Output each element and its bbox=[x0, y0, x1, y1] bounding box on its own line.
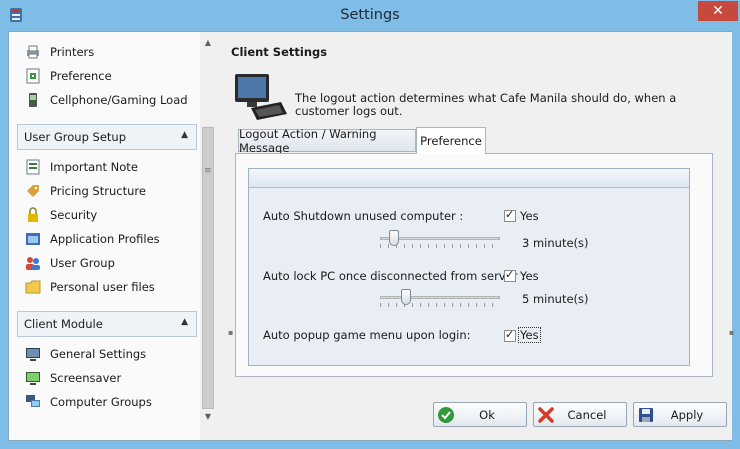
group-header-user-group-setup[interactable]: User Group Setup ▲ bbox=[17, 124, 197, 150]
auto-lock-slider-thumb[interactable] bbox=[401, 289, 412, 305]
slider-ticks bbox=[380, 244, 500, 248]
auto-shutdown-slider-thumb[interactable] bbox=[389, 230, 400, 246]
users-icon bbox=[26, 257, 40, 270]
scroll-up-arrow-icon[interactable]: ▲ bbox=[201, 36, 215, 50]
preference-tab-page: Auto Shutdown unused computer : Yes 3 mi… bbox=[235, 153, 713, 377]
auto-lock-slider-track[interactable] bbox=[380, 296, 500, 299]
monitor-settings-icon bbox=[26, 348, 40, 361]
close-icon: ✕ bbox=[712, 3, 724, 19]
group-title: Client Module bbox=[24, 317, 103, 331]
sidebar-item-label: Personal user files bbox=[50, 280, 155, 294]
main-panel: Client Settings The logout action determ… bbox=[216, 32, 735, 440]
window-title: Settings bbox=[340, 7, 400, 23]
folder-icon bbox=[25, 280, 41, 294]
sidebar-item-label: Screensaver bbox=[50, 371, 122, 385]
sidebar-item-label: Cellphone/Gaming Load bbox=[50, 93, 188, 107]
sidebar-item-label: Printers bbox=[50, 45, 95, 59]
preference-icon bbox=[26, 68, 40, 84]
save-disk-icon bbox=[639, 408, 653, 422]
auto-lock-checkbox-label[interactable]: Yes bbox=[520, 269, 539, 283]
auto-lock-value: 5 minute(s) bbox=[522, 292, 589, 306]
settings-window: Settings ✕ Printers Preference Cellphone… bbox=[0, 0, 740, 449]
app-profiles-icon bbox=[26, 233, 40, 245]
sidebar-item-preference[interactable]: Preference bbox=[25, 66, 112, 86]
lock-icon bbox=[28, 207, 38, 222]
splitter-grip-icon: ▪ bbox=[729, 328, 735, 337]
slider-ticks bbox=[380, 303, 500, 307]
sidebar-item-label: Computer Groups bbox=[50, 395, 152, 409]
chevron-up-icon[interactable]: ▲ bbox=[181, 317, 188, 327]
auto-popup-label: Auto popup game menu upon login: bbox=[263, 328, 471, 342]
scroll-down-arrow-icon[interactable]: ▼ bbox=[201, 410, 215, 424]
auto-lock-label: Auto lock PC once disconnected from serv… bbox=[263, 269, 525, 283]
sidebar-item-label: Security bbox=[50, 208, 98, 222]
sidebar-item-screensaver[interactable]: Screensaver bbox=[25, 368, 121, 388]
sidebar-item-general-settings[interactable]: General Settings bbox=[25, 344, 146, 364]
cellphone-icon bbox=[29, 93, 37, 107]
sidebar-item-label: Preference bbox=[50, 69, 112, 83]
chevron-up-icon[interactable]: ▲ bbox=[181, 130, 188, 140]
page-title: Client Settings bbox=[231, 45, 328, 59]
tab-preference[interactable]: Preference bbox=[416, 127, 486, 154]
auto-shutdown-label: Auto Shutdown unused computer : bbox=[263, 209, 464, 223]
title-bar[interactable]: Settings ✕ bbox=[0, 0, 740, 31]
sidebar-item-pricing-structure[interactable]: Pricing Structure bbox=[25, 181, 146, 201]
tab-logout-action[interactable]: Logout Action / Warning Message bbox=[238, 126, 416, 155]
sidebar-item-application-profiles[interactable]: Application Profiles bbox=[25, 229, 160, 249]
sidebar-item-label: Pricing Structure bbox=[50, 184, 146, 198]
sidebar: Printers Preference Cellphone/Gaming Loa… bbox=[9, 32, 200, 440]
sidebar-item-label: Application Profiles bbox=[50, 232, 160, 246]
sidebar-item-label: User Group bbox=[50, 256, 115, 270]
sidebar-item-label: Important Note bbox=[50, 160, 138, 174]
sidebar-item-user-group[interactable]: User Group bbox=[25, 253, 115, 273]
sidebar-item-computer-groups[interactable]: Computer Groups bbox=[25, 392, 152, 412]
panel-header bbox=[249, 169, 689, 188]
sidebar-item-label: General Settings bbox=[50, 347, 147, 361]
tab-label: Logout Action / Warning Message bbox=[239, 126, 377, 155]
description-text: The logout action determines what Cafe M… bbox=[295, 91, 677, 118]
ok-button[interactable]: Ok bbox=[433, 402, 527, 427]
note-icon bbox=[26, 159, 40, 175]
auto-shutdown-checkbox-label[interactable]: Yes bbox=[520, 209, 539, 223]
screensaver-icon bbox=[26, 372, 40, 385]
printer-icon bbox=[27, 45, 39, 59]
auto-lock-checkbox[interactable] bbox=[504, 268, 516, 282]
apply-button[interactable]: Apply bbox=[633, 402, 727, 427]
splitter-grip-icon: ▪ bbox=[228, 328, 234, 337]
sidebar-item-important-note[interactable]: Important Note bbox=[25, 157, 138, 177]
cancel-button[interactable]: Cancel bbox=[533, 402, 627, 427]
preference-group-panel: Auto Shutdown unused computer : Yes 3 mi… bbox=[248, 168, 690, 366]
tab-label: Preference bbox=[420, 134, 482, 148]
pricing-icon bbox=[27, 185, 39, 197]
group-title: User Group Setup bbox=[24, 130, 127, 144]
group-header-client-module[interactable]: Client Module ▲ bbox=[17, 311, 197, 337]
sidebar-scrollbar[interactable]: ▲ ≡ ▼ bbox=[201, 32, 215, 440]
client-area: Printers Preference Cellphone/Gaming Loa… bbox=[8, 31, 735, 441]
auto-shutdown-value: 3 minute(s) bbox=[522, 236, 589, 250]
auto-popup-checkbox[interactable] bbox=[504, 328, 516, 342]
close-button[interactable]: ✕ bbox=[698, 1, 738, 21]
cancel-x-icon bbox=[538, 407, 554, 423]
computer-groups-icon bbox=[26, 395, 40, 407]
computer-icon bbox=[235, 74, 287, 120]
auto-shutdown-checkbox[interactable] bbox=[504, 208, 516, 222]
checkmark-icon bbox=[438, 407, 454, 423]
sidebar-item-personal-user-files[interactable]: Personal user files bbox=[25, 277, 155, 297]
sidebar-item-security[interactable]: Security bbox=[25, 205, 97, 225]
grip-icon: ≡ bbox=[204, 166, 212, 176]
auto-popup-checkbox-label[interactable]: Yes bbox=[518, 327, 541, 343]
sidebar-item-cellphone[interactable]: Cellphone/Gaming Load bbox=[25, 90, 188, 110]
sidebar-item-printers[interactable]: Printers bbox=[25, 42, 94, 62]
